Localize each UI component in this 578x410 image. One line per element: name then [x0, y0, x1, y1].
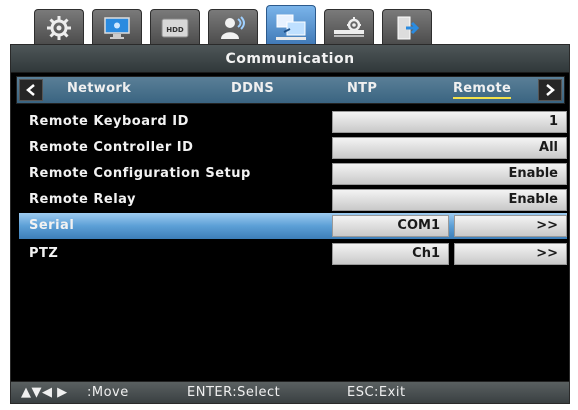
row-label: PTZ — [29, 246, 59, 261]
tab-network[interactable]: Network — [67, 81, 131, 96]
communication-panel: Communication Network DDNS NTP Remote Re… — [10, 44, 570, 404]
remote-controller-id-field[interactable]: All — [332, 137, 567, 159]
chevron-left-icon — [26, 81, 36, 100]
tab-ddns[interactable]: DDNS — [231, 81, 274, 96]
gear-icon — [46, 15, 72, 41]
main-menu-tabs: HDD — [34, 5, 454, 47]
row-remote-controller-id: Remote Controller ID All — [19, 137, 567, 159]
page-title: Communication — [225, 51, 355, 67]
tab-remote[interactable]: Remote — [453, 81, 512, 99]
tab-settings[interactable] — [34, 9, 84, 45]
svg-text:HDD: HDD — [166, 26, 184, 34]
communication-icon — [274, 12, 308, 42]
chevron-right-icon — [545, 81, 555, 100]
user-icon — [219, 15, 247, 41]
status-exit: ESC:Exit — [347, 385, 406, 400]
remote-configuration-setup-field[interactable]: Enable — [332, 163, 567, 185]
row-label: Remote Controller ID — [29, 140, 194, 155]
row-ptz: PTZ Ch1 >> — [19, 243, 567, 265]
system-icon — [333, 16, 365, 40]
ptz-channel-field[interactable]: Ch1 — [332, 243, 449, 265]
tab-communication[interactable] — [266, 5, 316, 47]
row-remote-relay: Remote Relay Enable — [19, 189, 567, 211]
tab-ntp[interactable]: NTP — [347, 81, 377, 96]
tab-user[interactable] — [208, 9, 258, 45]
status-move: :Move — [87, 385, 129, 400]
title-bar: Communication — [11, 45, 569, 73]
tab-display[interactable] — [92, 9, 142, 45]
row-label: Serial — [29, 218, 75, 233]
tab-hdd[interactable]: HDD — [150, 9, 200, 45]
remote-keyboard-id-field[interactable]: 1 — [332, 111, 567, 133]
status-select: ENTER:Select — [187, 385, 281, 400]
ptz-setup-button[interactable]: >> — [454, 243, 567, 265]
exit-icon — [394, 15, 420, 41]
row-label: Remote Relay — [29, 192, 136, 207]
hdd-icon: HDD — [161, 17, 189, 39]
remote-relay-field[interactable]: Enable — [332, 189, 567, 211]
serial-setup-button[interactable]: >> — [454, 215, 567, 237]
serial-port-field[interactable]: COM1 — [332, 215, 449, 237]
tab-system[interactable] — [324, 9, 374, 45]
status-bar: ▲▼◀ ▶ :Move ENTER:Select ESC:Exit — [11, 381, 569, 403]
row-remote-configuration-setup: Remote Configuration Setup Enable — [19, 163, 567, 185]
display-icon — [103, 16, 131, 40]
nav-arrows-icon: ▲▼◀ ▶ — [21, 385, 68, 400]
row-label: Remote Configuration Setup — [29, 166, 251, 181]
row-label: Remote Keyboard ID — [29, 114, 189, 129]
prev-tab-button[interactable] — [19, 79, 43, 101]
next-tab-button[interactable] — [538, 79, 562, 101]
row-remote-keyboard-id: Remote Keyboard ID 1 — [19, 111, 567, 133]
tab-exit[interactable] — [382, 9, 432, 45]
subtab-bar: Network DDNS NTP Remote — [16, 76, 565, 104]
row-serial[interactable]: Serial COM1 >> — [19, 213, 567, 239]
